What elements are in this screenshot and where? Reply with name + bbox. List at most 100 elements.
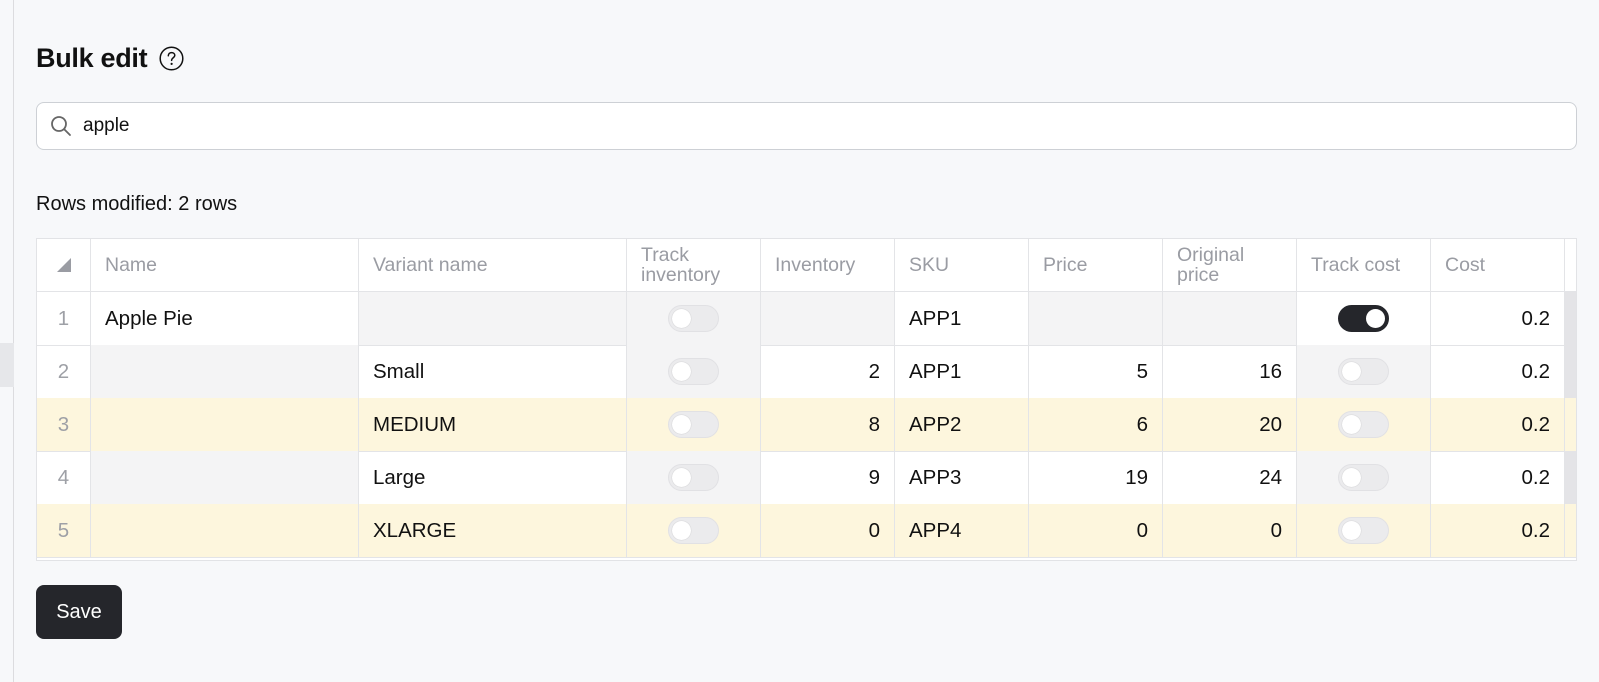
cell-variant-name[interactable]: MEDIUM bbox=[359, 398, 627, 452]
cell-variant-name[interactable] bbox=[359, 292, 627, 346]
cell-name[interactable]: Apple Pie bbox=[91, 292, 359, 346]
toggle-knob bbox=[672, 309, 691, 328]
cell-original-price[interactable]: 24 bbox=[1163, 451, 1297, 505]
toggle-knob bbox=[1366, 309, 1385, 328]
column-header-original-price[interactable]: Original price bbox=[1163, 239, 1297, 292]
cell-track-inventory bbox=[627, 451, 761, 505]
cell-variant-name[interactable]: XLARGE bbox=[359, 504, 627, 558]
toggle-knob bbox=[672, 362, 691, 381]
column-header-inventory[interactable]: Inventory bbox=[761, 239, 895, 292]
title-row: Bulk edit bbox=[36, 40, 184, 76]
table-row: 3 MEDIUM 8 APP2 6 20 0.2 bbox=[37, 398, 1576, 452]
cell-name[interactable] bbox=[91, 451, 359, 505]
cell-track-cost bbox=[1297, 292, 1431, 346]
column-header-cost[interactable]: Cost bbox=[1431, 239, 1565, 292]
track-cost-toggle[interactable] bbox=[1338, 411, 1389, 438]
cell-cost[interactable]: 0.2 bbox=[1431, 345, 1565, 399]
corner-triangle-icon bbox=[56, 258, 71, 272]
track-inventory-toggle[interactable] bbox=[668, 358, 719, 385]
cell-track-cost bbox=[1297, 504, 1431, 558]
cell-variant-name[interactable]: Large bbox=[359, 451, 627, 505]
cell-name[interactable] bbox=[91, 398, 359, 452]
track-inventory-toggle[interactable] bbox=[668, 411, 719, 438]
cell-sku[interactable]: APP4 bbox=[895, 504, 1029, 558]
column-header-track-cost[interactable]: Track cost bbox=[1297, 239, 1431, 292]
cell-inventory[interactable] bbox=[761, 292, 895, 346]
cell-original-price[interactable]: 0 bbox=[1163, 504, 1297, 558]
track-inventory-toggle[interactable] bbox=[668, 305, 719, 332]
search-icon bbox=[49, 114, 73, 138]
table-row: 1 Apple Pie APP1 0.2 bbox=[37, 292, 1576, 346]
cell-inventory[interactable]: 8 bbox=[761, 398, 895, 452]
search-box[interactable] bbox=[36, 102, 1577, 150]
cell-price[interactable]: 6 bbox=[1029, 398, 1163, 452]
cell-cost[interactable]: 0.2 bbox=[1431, 292, 1565, 346]
cell-inventory[interactable]: 2 bbox=[761, 345, 895, 399]
column-header-variant-name[interactable]: Variant name bbox=[359, 239, 627, 292]
cell-inventory[interactable]: 0 bbox=[761, 504, 895, 558]
bulk-edit-grid: Name Variant name Track inventory Invent… bbox=[36, 238, 1577, 561]
page-title: Bulk edit bbox=[36, 42, 148, 73]
track-inventory-toggle[interactable] bbox=[668, 464, 719, 491]
cell-inventory[interactable]: 9 bbox=[761, 451, 895, 505]
cell-name[interactable] bbox=[91, 345, 359, 399]
sidebar-collapsed-item[interactable] bbox=[0, 343, 14, 387]
track-inventory-toggle[interactable] bbox=[668, 517, 719, 544]
track-cost-toggle[interactable] bbox=[1338, 358, 1389, 385]
cell-track-inventory bbox=[627, 398, 761, 452]
question-circle-icon[interactable] bbox=[159, 45, 184, 71]
cell-cost[interactable]: 0.2 bbox=[1431, 451, 1565, 505]
cell-track-cost bbox=[1297, 398, 1431, 452]
sidebar-edge bbox=[0, 0, 14, 682]
table-row: 4 Large 9 APP3 19 24 0.2 bbox=[37, 451, 1576, 505]
toggle-knob bbox=[1342, 468, 1361, 487]
save-button[interactable]: Save bbox=[36, 585, 122, 639]
table-row: 2 Small 2 APP1 5 16 0.2 bbox=[37, 345, 1576, 399]
row-index: 3 bbox=[37, 398, 91, 452]
cell-track-inventory bbox=[627, 504, 761, 558]
header-row: Name Variant name Track inventory Invent… bbox=[37, 239, 1576, 292]
row-index: 4 bbox=[37, 451, 91, 505]
cell-sku[interactable]: APP3 bbox=[895, 451, 1029, 505]
cell-cost[interactable]: 0.2 bbox=[1431, 398, 1565, 452]
grid-scroll-gutter bbox=[1565, 504, 1576, 558]
cell-name[interactable] bbox=[91, 504, 359, 558]
toggle-knob bbox=[672, 521, 691, 540]
column-header-track-inventory[interactable]: Track inventory bbox=[627, 239, 761, 292]
search-input[interactable] bbox=[83, 103, 1563, 149]
cell-cost[interactable]: 0.2 bbox=[1431, 504, 1565, 558]
cell-original-price[interactable]: 20 bbox=[1163, 398, 1297, 452]
track-cost-toggle[interactable] bbox=[1338, 464, 1389, 491]
toggle-knob bbox=[672, 468, 691, 487]
select-all-corner[interactable] bbox=[37, 239, 91, 292]
toggle-knob bbox=[1342, 415, 1361, 434]
cell-track-cost bbox=[1297, 451, 1431, 505]
cell-track-inventory bbox=[627, 345, 761, 399]
row-index: 1 bbox=[37, 292, 91, 346]
cell-track-inventory bbox=[627, 292, 761, 346]
table-row: 5 XLARGE 0 APP4 0 0 0.2 bbox=[37, 504, 1576, 558]
row-index: 5 bbox=[37, 504, 91, 558]
cell-original-price[interactable]: 16 bbox=[1163, 345, 1297, 399]
column-header-price[interactable]: Price bbox=[1029, 239, 1163, 292]
cell-original-price[interactable] bbox=[1163, 292, 1297, 346]
cell-price[interactable]: 19 bbox=[1029, 451, 1163, 505]
cell-sku[interactable]: APP2 bbox=[895, 398, 1029, 452]
toggle-knob bbox=[672, 415, 691, 434]
grid-scroll-gutter bbox=[1565, 345, 1576, 399]
track-cost-toggle[interactable] bbox=[1338, 305, 1389, 332]
column-header-name[interactable]: Name bbox=[91, 239, 359, 292]
grid-scroll-gutter bbox=[1565, 292, 1576, 346]
cell-sku[interactable]: APP1 bbox=[895, 292, 1029, 346]
column-header-sku[interactable]: SKU bbox=[895, 239, 1029, 292]
cell-price[interactable] bbox=[1029, 292, 1163, 346]
cell-sku[interactable]: APP1 bbox=[895, 345, 1029, 399]
toggle-knob bbox=[1342, 362, 1361, 381]
track-cost-toggle[interactable] bbox=[1338, 517, 1389, 544]
cell-price[interactable]: 5 bbox=[1029, 345, 1163, 399]
cell-price[interactable]: 0 bbox=[1029, 504, 1163, 558]
cell-track-cost bbox=[1297, 345, 1431, 399]
rows-modified-status: Rows modified: 2 rows bbox=[36, 193, 238, 215]
cell-variant-name[interactable]: Small bbox=[359, 345, 627, 399]
grid-scroll-gutter bbox=[1565, 451, 1576, 505]
